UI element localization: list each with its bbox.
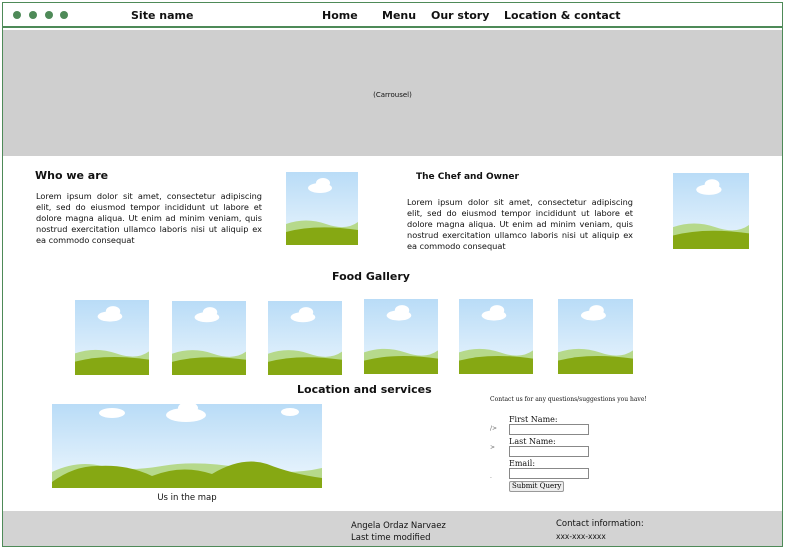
site-footer: Angela Ordaz Narvaez Last time modified … [3,511,782,546]
stray-mark: > [490,444,496,451]
carousel-label: (Carrousel) [373,91,412,99]
who-image [286,172,358,245]
site-name[interactable]: Site name [131,9,193,22]
nav-location-contact[interactable]: Location & contact [504,9,621,22]
first-name-label: First Name: [509,415,558,424]
window-dot-icon [60,11,68,19]
window-dot-icon [45,11,53,19]
last-name-label: Last Name: [509,437,556,446]
chef-title: The Chef and Owner [416,172,519,182]
submit-button[interactable]: Submit Query [509,481,565,492]
window-dot-icon [13,11,21,19]
footer-modified: Last time modified [351,533,431,543]
gallery-image [172,301,246,375]
site-header: Site name Home Menu Our story Location &… [3,3,782,28]
gallery-image [459,299,533,374]
gallery-image [268,301,342,375]
nav-home[interactable]: Home [322,9,358,22]
contact-form-intro: Contact us for any questions/suggestions… [490,396,647,403]
carousel[interactable]: (Carrousel) [3,30,782,156]
gallery-image [364,299,438,374]
gallery-image [558,299,633,374]
window-dot-icon [29,11,37,19]
map-image[interactable] [52,404,322,488]
last-name-input[interactable] [509,446,589,457]
stray-mark: . [490,473,492,480]
email-label: Email: [509,459,536,468]
location-title: Location and services [297,383,432,396]
footer-phone: xxx-xxx-xxxx [556,532,606,541]
who-we-are-title: Who we are [35,169,109,182]
first-name-input[interactable] [509,424,589,435]
gallery-image [75,300,149,375]
nav-menu[interactable]: Menu [382,9,416,22]
map-caption: Us in the map [157,493,217,503]
footer-contact-label: Contact information: [556,519,644,529]
email-input[interactable] [509,468,589,479]
chef-text: Lorem ipsum dolor sit amet, consectetur … [407,197,633,251]
chef-image [673,173,749,249]
food-gallery-title: Food Gallery [332,270,410,283]
stray-mark: /> [490,425,498,432]
nav-our-story[interactable]: Our story [431,9,489,22]
who-we-are-text: Lorem ipsum dolor sit amet, consectetur … [36,191,262,245]
footer-author: Angela Ordaz Narvaez [351,521,446,531]
